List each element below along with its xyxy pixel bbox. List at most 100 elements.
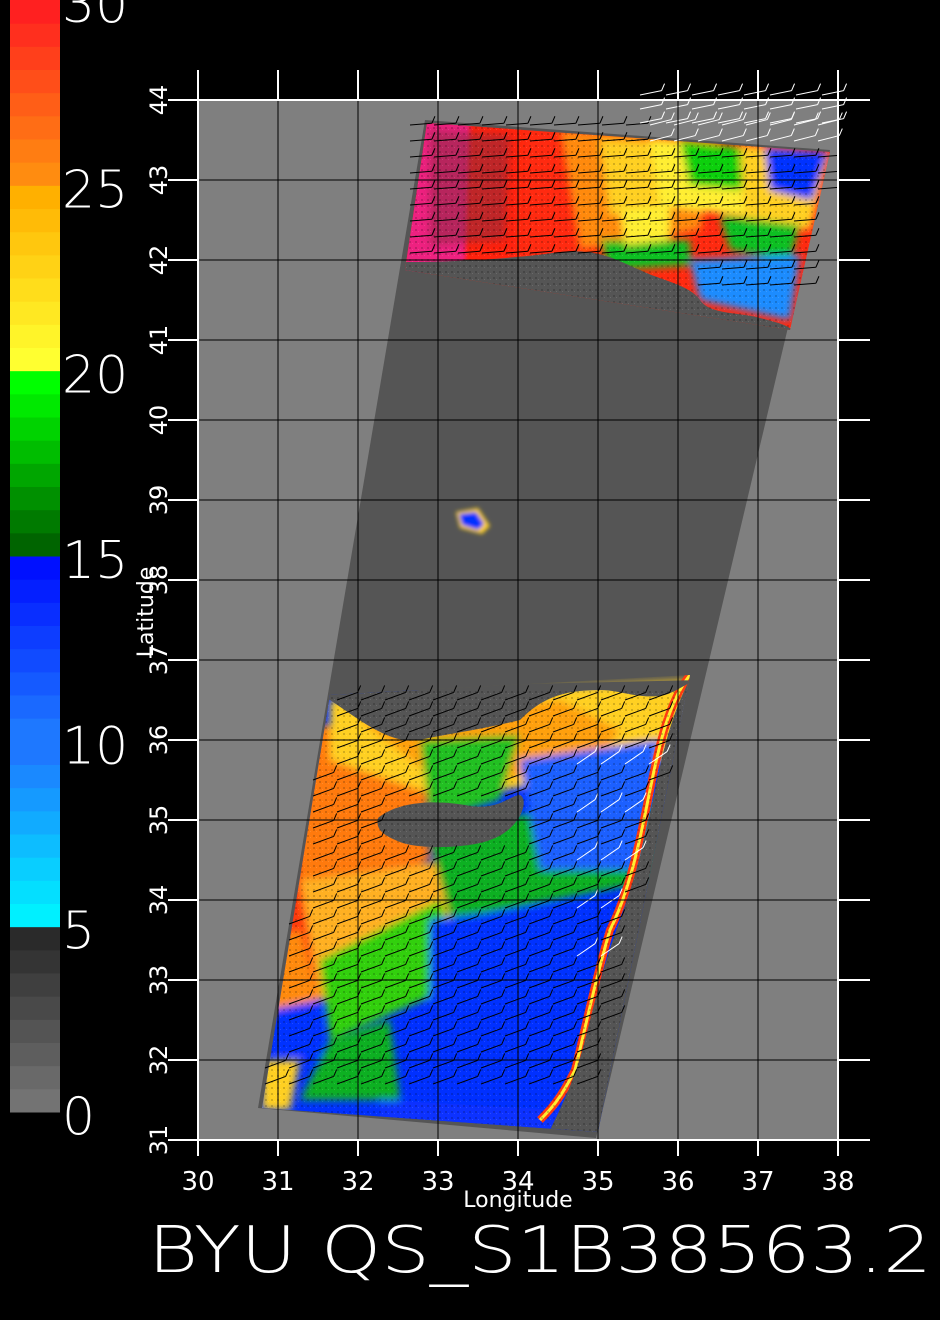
wind-barb: [791, 83, 796, 91]
latitude-tick-label: 43: [145, 165, 173, 196]
latitude-tick-label: 41: [145, 325, 173, 356]
wind-barb: [639, 90, 662, 96]
color-scale-segment: [10, 1065, 60, 1090]
wind-barb: [665, 90, 688, 96]
color-scale-segment: [10, 695, 60, 719]
wind-barb: [739, 83, 744, 91]
latitude-tick-label: 44: [145, 85, 173, 116]
color-scale-segment: [10, 648, 60, 673]
color-scale-segment: [10, 23, 60, 47]
latitude-tick-label: 33: [145, 965, 173, 996]
color-scale-segment: [10, 625, 60, 650]
color-scale-segment: [10, 579, 60, 603]
latitude-axis-title: Latitude: [134, 567, 159, 658]
color-scale-segment: [10, 92, 60, 117]
color-scale-segment: [10, 857, 60, 881]
color-scale-segment: [10, 741, 60, 765]
color-scale-segment: [10, 1042, 60, 1067]
color-scale-label: 15: [62, 531, 128, 591]
color-scale-segment: [10, 463, 60, 487]
wind-barb: [839, 180, 844, 188]
wind-speed-color-scale: [10, 0, 60, 1113]
color-scale-segment: [10, 532, 60, 557]
color-scale-segment: [10, 602, 60, 626]
color-scale-segment: [10, 254, 60, 279]
color-scale-segment: [10, 509, 60, 534]
wind-barb: [717, 90, 740, 96]
wind-barb: [838, 128, 843, 136]
color-scale-segment: [10, 417, 60, 441]
color-scale-label: 30: [62, 0, 128, 35]
color-scale-segment: [10, 185, 60, 209]
color-scale-labels: 30 25 20 15 10 5 0: [62, 0, 128, 1147]
wind-barb: [713, 83, 718, 91]
longitude-tick-label: 35: [581, 1167, 614, 1197]
latitude-tick-label: 31: [145, 1125, 173, 1156]
latitude-tick-label: 39: [145, 485, 173, 516]
color-scale-label: 20: [62, 346, 128, 406]
color-scale-segment: [10, 671, 60, 696]
wind-barb: [769, 90, 792, 96]
wind-barb: [821, 90, 844, 96]
color-scale-segment: [10, 926, 60, 951]
latitude-tick-label: 36: [145, 725, 173, 756]
color-scale-label: 5: [62, 902, 95, 962]
color-scale-segment: [10, 139, 60, 163]
color-scale-segment: [10, 301, 60, 325]
longitude-tick-label: 36: [661, 1167, 694, 1197]
wind-barb: [743, 90, 766, 96]
wind-speed-map-figure: 30 25 20 15 10 5 0 30 31 32 33 34 35 36 37 38 …: [10, 0, 932, 1288]
product-id-label: BYU QS_S1B38563.2: [148, 1214, 932, 1288]
wind-barb: [839, 164, 844, 172]
wind-barb: [843, 83, 848, 91]
color-scale-segment: [10, 115, 60, 140]
color-scale-segment: [10, 46, 60, 70]
color-scale-segment: [10, 69, 60, 94]
color-scale-segment: [10, 324, 60, 348]
color-scale-segment: [10, 347, 60, 372]
wind-barb: [839, 148, 844, 156]
latitude-tick-label: 34: [145, 885, 173, 916]
wind-barb: [691, 90, 714, 96]
color-scale-segment: [10, 1088, 60, 1113]
color-scale-segment: [10, 393, 60, 418]
wind-barb: [661, 83, 666, 91]
color-scale-segment: [10, 834, 60, 858]
longitude-tick-label: 30: [181, 1167, 214, 1197]
color-scale-label: 10: [62, 716, 128, 776]
latitude-tick-label: 42: [145, 245, 173, 276]
color-scale-segment: [10, 556, 60, 580]
longitude-axis-title: Longitude: [463, 1188, 572, 1213]
color-scale-segment: [10, 231, 60, 256]
color-scale-segment: [10, 787, 60, 812]
longitude-tick-label: 37: [741, 1167, 774, 1197]
color-scale-segment: [10, 949, 60, 974]
longitude-tick-label: 32: [341, 1167, 374, 1197]
wind-barb: [765, 83, 770, 91]
longitude-tick-label: 33: [421, 1167, 454, 1197]
longitude-tick-label: 38: [821, 1167, 854, 1197]
wind-barb: [817, 83, 822, 91]
latitude-tick-label: 32: [145, 1045, 173, 1076]
color-scale-label: 25: [62, 160, 128, 220]
color-scale-segment: [10, 973, 60, 997]
wind-barb: [687, 83, 692, 91]
color-scale-segment: [10, 486, 60, 511]
color-scale-segment: [10, 440, 60, 464]
color-scale-segment: [10, 1019, 60, 1043]
color-scale-segment: [10, 0, 60, 24]
map-panel: [168, 70, 870, 1156]
color-scale-segment: [10, 903, 60, 928]
color-scale-segment: [10, 162, 60, 186]
color-scale-label: 0: [62, 1087, 95, 1147]
color-scale-segment: [10, 996, 60, 1020]
latitude-tick-label: 35: [145, 805, 173, 836]
color-scale-segment: [10, 880, 60, 904]
wind-barb: [795, 90, 818, 96]
wind-barb: [843, 111, 848, 119]
longitude-tick-label: 31: [261, 1167, 294, 1197]
color-scale-segment: [10, 278, 60, 302]
color-scale-segment: [10, 370, 60, 395]
wind-barb: [843, 97, 848, 105]
color-scale-segment: [10, 764, 60, 789]
